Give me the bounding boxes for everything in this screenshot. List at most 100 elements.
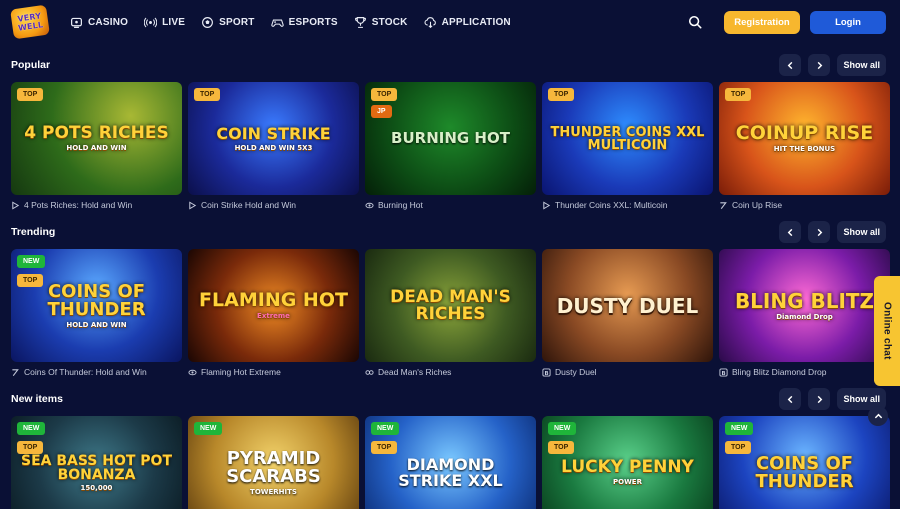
- online-chat-tab[interactable]: Online chat: [874, 276, 900, 386]
- esports-icon: [270, 19, 284, 27]
- top-badge: TOP: [725, 441, 752, 454]
- provider-arrow-icon: [720, 201, 727, 209]
- game-art-title: BLING BLITZ Diamond Drop: [734, 288, 875, 321]
- provider-link-icon: [365, 369, 374, 375]
- nav-sport[interactable]: SPORT: [201, 16, 254, 29]
- game-thumbnail[interactable]: COINUP RISE HIT THE BONUS TOP: [719, 82, 890, 195]
- header-actions: Registration Login: [684, 10, 886, 34]
- search-button[interactable]: [684, 11, 706, 33]
- prev-button[interactable]: [779, 388, 802, 410]
- registration-button[interactable]: Registration: [724, 10, 800, 34]
- nav-stock[interactable]: STOCK: [354, 16, 408, 29]
- game-art-title: BURNING HOT: [391, 129, 510, 147]
- provider-play-icon: [189, 200, 197, 210]
- nav-application[interactable]: APPLICATION: [424, 16, 511, 29]
- game-thumbnail[interactable]: FLAMING HOT Extreme: [188, 249, 359, 362]
- stock-icon: [354, 16, 366, 28]
- game-card[interactable]: PYRAMID SCARABS TOWERHITS NEW: [188, 416, 359, 509]
- nav-esports[interactable]: ESPORTS: [270, 16, 338, 29]
- game-caption: Coin Strike Hold and Win: [188, 199, 359, 211]
- game-card[interactable]: DEAD MAN'S RICHES Dead Man's Riches: [365, 249, 536, 378]
- game-thumbnail[interactable]: DUSTY DUEL: [542, 249, 713, 362]
- game-thumbnail[interactable]: DEAD MAN'S RICHES: [365, 249, 536, 362]
- nav-label: ESPORTS: [288, 16, 338, 28]
- prev-button[interactable]: [779, 221, 802, 243]
- new-badge: NEW: [17, 422, 46, 435]
- new-badge: NEW: [725, 422, 754, 435]
- next-button[interactable]: [808, 221, 831, 243]
- game-art-title: SEA BASS HOT POT BONANZA 150,000: [20, 452, 173, 492]
- top-badge: TOP: [17, 441, 44, 454]
- chevron-right-icon: [817, 228, 823, 236]
- game-card[interactable]: BLING BLITZ Diamond Drop B Bling Blitz Di…: [719, 249, 890, 378]
- site-logo[interactable]: VERY WELL: [10, 4, 50, 40]
- game-art-title: COINS OF THUNDER: [755, 452, 854, 492]
- game-card[interactable]: COINUP RISE HIT THE BONUS TOP Coin Up Ris…: [719, 82, 890, 211]
- game-thumbnail[interactable]: SEA BASS HOT POT BONANZA 150,000 NEW TOP: [11, 416, 182, 509]
- game-thumbnail[interactable]: COINS OF THUNDER NEW TOP: [719, 416, 890, 509]
- provider-play-icon: [543, 200, 551, 210]
- provider-b-icon: B: [719, 367, 728, 376]
- new-badge: NEW: [194, 422, 223, 435]
- game-card[interactable]: DUSTY DUEL B Dusty Duel: [542, 249, 713, 378]
- top-badge: TOP: [371, 88, 398, 101]
- game-card[interactable]: BURNING HOT TOP JP Burning Hot: [365, 82, 536, 211]
- game-card[interactable]: SEA BASS HOT POT BONANZA 150,000 NEW TOP: [11, 416, 182, 509]
- game-card[interactable]: COINS OF THUNDER NEW TOP: [719, 416, 890, 509]
- game-art-title: COINUP RISE HIT THE BONUS: [735, 122, 874, 153]
- game-caption: B Dusty Duel: [542, 366, 713, 378]
- sport-icon: [202, 16, 214, 28]
- game-thumbnail[interactable]: COINS OF THUNDER HOLD AND WIN NEW TOP: [11, 249, 182, 362]
- game-name: Flaming Hot Extreme: [201, 367, 281, 377]
- nav-casino[interactable]: CASINO: [70, 16, 128, 29]
- chevron-right-icon: [817, 395, 823, 403]
- game-caption: B Bling Blitz Diamond Drop: [719, 366, 890, 378]
- top-badge: TOP: [548, 441, 575, 454]
- application-icon: [424, 16, 436, 28]
- game-thumbnail[interactable]: PYRAMID SCARABS TOWERHITS NEW: [188, 416, 359, 509]
- game-thumbnail[interactable]: 4 POTS RICHES HOLD AND WIN TOP: [11, 82, 182, 195]
- chevron-left-icon: [787, 61, 793, 69]
- live-icon: [144, 17, 158, 27]
- game-art-title: LUCKY PENNY POWER: [561, 457, 694, 486]
- section-header: Popular Show all: [11, 54, 886, 76]
- game-thumbnail[interactable]: THUNDER COINS XXL MULTICOIN TOP: [542, 82, 713, 195]
- chevron-right-icon: [817, 61, 823, 69]
- nav-label: APPLICATION: [441, 16, 511, 28]
- section-controls: Show all: [779, 388, 886, 410]
- game-card[interactable]: COINS OF THUNDER HOLD AND WIN NEW TOP Coi…: [11, 249, 182, 378]
- next-button[interactable]: [808, 54, 831, 76]
- game-card[interactable]: LUCKY PENNY POWER NEW TOP: [542, 416, 713, 509]
- show-all-button[interactable]: Show all: [837, 221, 886, 243]
- svg-text:B: B: [544, 370, 548, 376]
- game-thumbnail[interactable]: DIAMOND STRIKE XXL NEW TOP: [365, 416, 536, 509]
- game-card[interactable]: 4 POTS RICHES HOLD AND WIN TOP 4 Pots Ric…: [11, 82, 182, 211]
- game-thumbnail[interactable]: LUCKY PENNY POWER NEW TOP: [542, 416, 713, 509]
- search-icon: [688, 15, 702, 29]
- game-row: 4 POTS RICHES HOLD AND WIN TOP 4 Pots Ric…: [11, 82, 890, 211]
- game-art-title: DIAMOND STRIKE XXL: [398, 454, 503, 490]
- nav-label: SPORT: [219, 16, 255, 28]
- login-button[interactable]: Login: [810, 10, 886, 34]
- new-badge: NEW: [17, 255, 46, 268]
- top-badge: TOP: [194, 88, 221, 101]
- chevron-left-icon: [787, 228, 793, 236]
- game-caption: 4 Pots Riches: Hold and Win: [11, 199, 182, 211]
- game-card[interactable]: THUNDER COINS XXL MULTICOIN TOP Thunder …: [542, 82, 713, 211]
- nav-live[interactable]: LIVE: [144, 16, 185, 29]
- scroll-to-top-button[interactable]: [868, 406, 888, 426]
- prev-button[interactable]: [779, 54, 802, 76]
- show-all-button[interactable]: Show all: [837, 54, 886, 76]
- next-button[interactable]: [808, 388, 831, 410]
- game-name: Dusty Duel: [555, 367, 597, 377]
- game-card[interactable]: COIN STRIKE HOLD AND WIN 5X3 TOP Coin Str…: [188, 82, 359, 211]
- game-name: Coin Up Rise: [732, 200, 783, 210]
- logo-line-2: WELL: [17, 20, 44, 33]
- game-thumbnail[interactable]: BLING BLITZ Diamond Drop: [719, 249, 890, 362]
- game-card[interactable]: FLAMING HOT Extreme Flaming Hot Extreme: [188, 249, 359, 378]
- section-title: Trending: [11, 226, 56, 238]
- game-thumbnail[interactable]: COIN STRIKE HOLD AND WIN 5X3 TOP: [188, 82, 359, 195]
- top-badge: TOP: [17, 274, 44, 287]
- game-thumbnail[interactable]: BURNING HOT TOP JP: [365, 82, 536, 195]
- game-card[interactable]: DIAMOND STRIKE XXL NEW TOP: [365, 416, 536, 509]
